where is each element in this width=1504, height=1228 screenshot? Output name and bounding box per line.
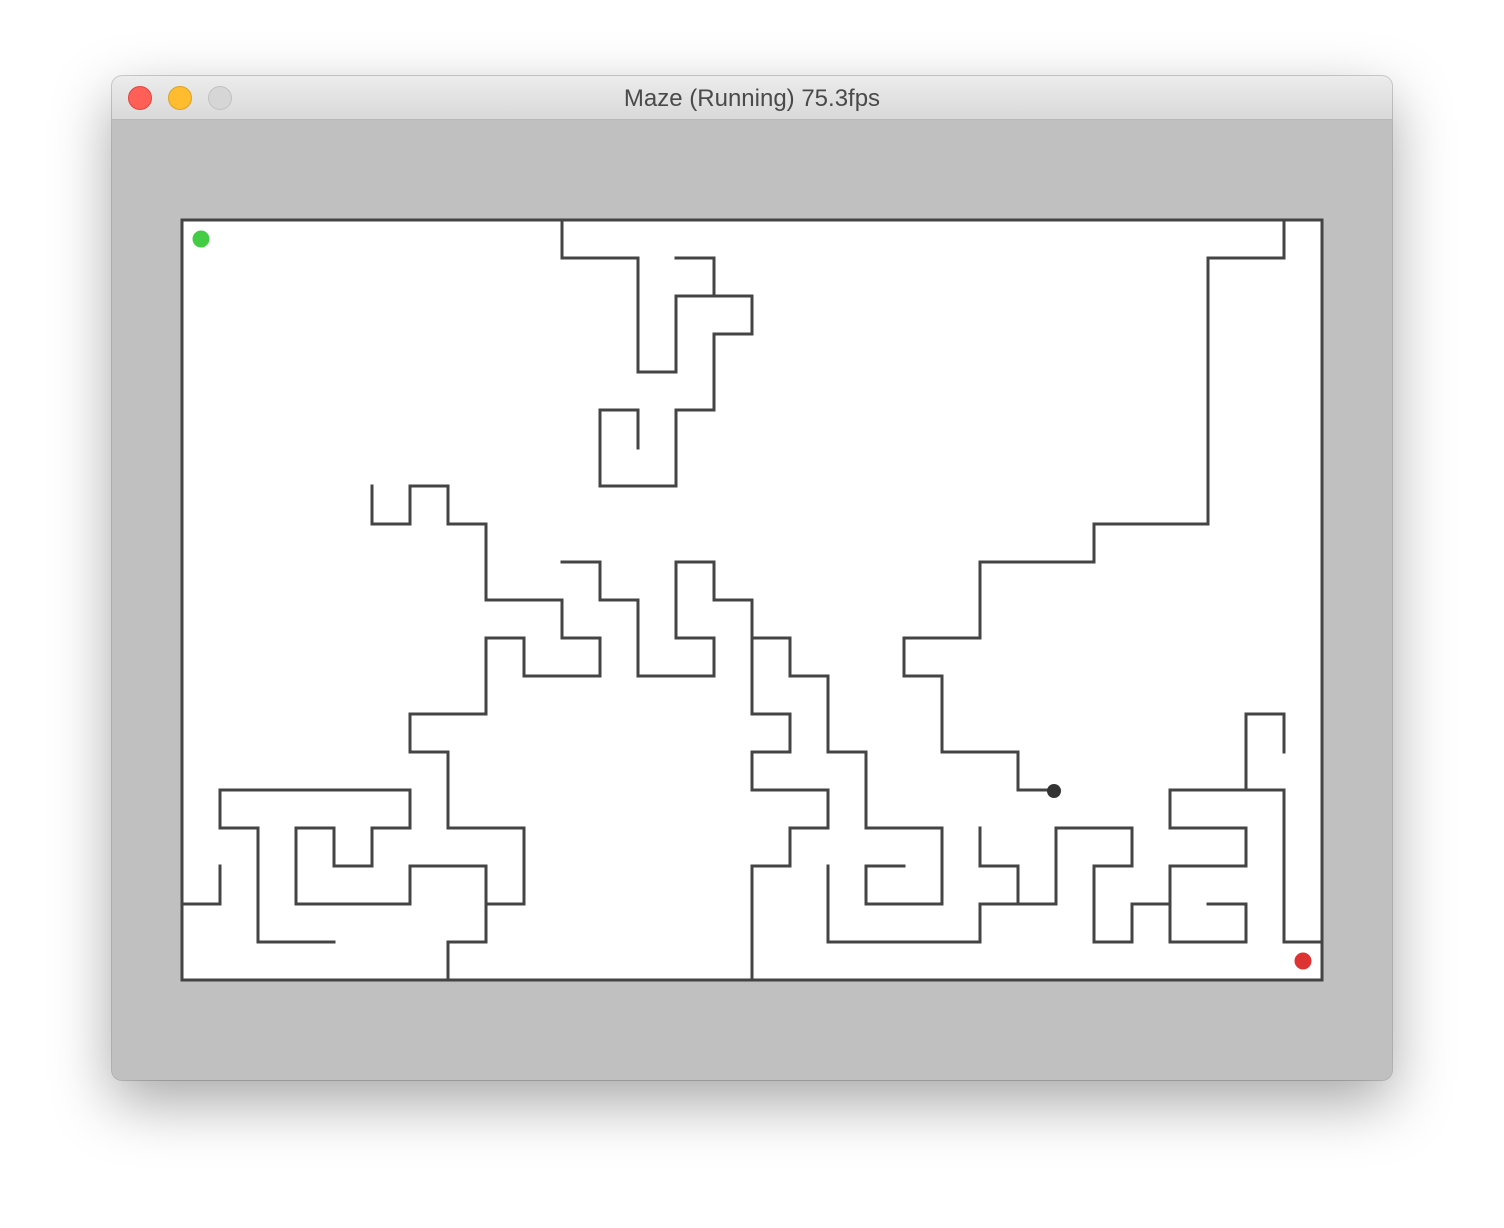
window-title: Maze (Running) 75.3fps bbox=[623, 85, 881, 112]
goal-marker bbox=[1294, 952, 1312, 970]
start-marker bbox=[192, 230, 210, 248]
player-marker bbox=[1047, 784, 1061, 798]
maze-board bbox=[180, 218, 1324, 982]
app-window: Maze (Running) 75.3fps bbox=[112, 76, 1392, 1080]
title-bar[interactable]: Maze (Running) 75.3fps bbox=[112, 76, 1392, 120]
game-area bbox=[112, 120, 1392, 1080]
